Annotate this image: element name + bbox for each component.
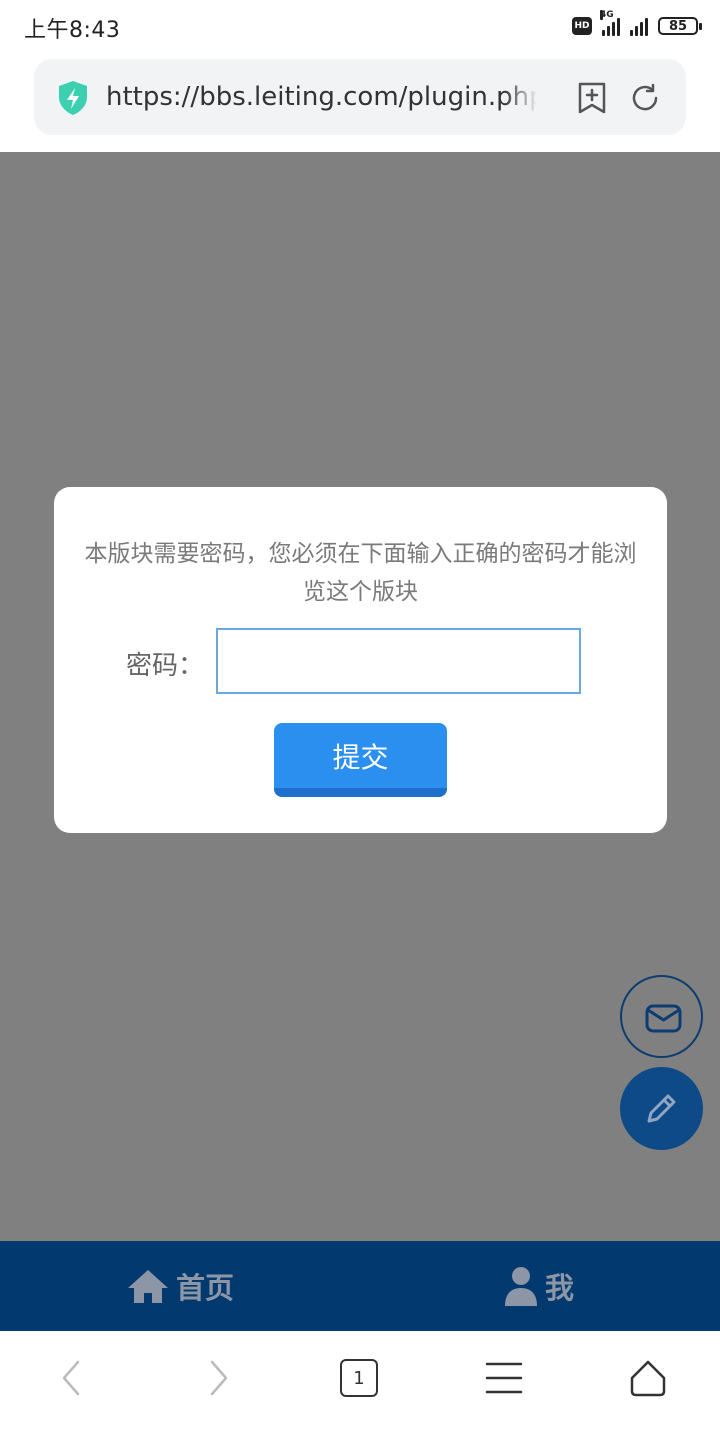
url-fade <box>504 77 538 117</box>
menu-icon[interactable] <box>484 1358 524 1398</box>
message-fab-button[interactable] <box>620 975 703 1058</box>
status-icons: HD 4G 85 <box>572 10 702 40</box>
home-icon <box>128 1270 168 1303</box>
reload-icon[interactable] <box>628 81 662 115</box>
signal-icon <box>630 16 648 36</box>
nav-home-label: 首页 <box>176 1271 235 1305</box>
forward-icon[interactable] <box>198 1358 238 1398</box>
envelope-icon <box>645 1004 682 1033</box>
hd-icon: HD <box>572 17 592 35</box>
compose-fab-button[interactable] <box>620 1067 703 1150</box>
status-time: 上午8:43 <box>24 18 121 43</box>
network-type-label: 4G <box>600 10 614 20</box>
browser-toolbar: 1 <box>0 1331 720 1440</box>
shield-bolt-icon <box>59 81 87 115</box>
add-bookmark-icon[interactable] <box>576 81 608 115</box>
battery-icon: 85 <box>658 17 702 35</box>
dialog-message: 本版块需要密码，您必须在下面输入正确的密码才能浏览这个版块 <box>84 541 637 605</box>
pencil-icon <box>647 1094 676 1123</box>
password-dialog: 本版块需要密码，您必须在下面输入正确的密码才能浏览这个版块 密码： 提交 <box>54 487 667 833</box>
user-icon <box>505 1267 537 1306</box>
url-bar[interactable]: https://bbs.leiting.com/plugin.php <box>34 59 686 135</box>
submit-button[interactable]: 提交 <box>274 723 447 797</box>
nav-me-label: 我 <box>545 1271 575 1305</box>
password-input[interactable] <box>216 628 581 694</box>
back-icon[interactable] <box>52 1358 92 1398</box>
nav-item-home[interactable]: 首页 <box>126 1241 234 1331</box>
url-text[interactable]: https://bbs.leiting.com/plugin.php <box>106 79 536 115</box>
site-bottom-nav: 首页 我 <box>0 1241 720 1331</box>
browser-screen: 上午8:43 HD 4G 85 https://bbs.leiting.com/… <box>0 0 720 1440</box>
tabs-button[interactable]: 1 <box>340 1359 378 1397</box>
browser-home-icon[interactable] <box>628 1358 668 1398</box>
status-bar: 上午8:43 HD 4G 85 <box>0 0 720 52</box>
signal-4g-icon: 4G <box>600 10 620 36</box>
page-overlay: 本版块需要密码，您必须在下面输入正确的密码才能浏览这个版块 密码： 提交 <box>0 152 720 1241</box>
nav-item-me[interactable]: 我 <box>503 1241 574 1331</box>
browser-address-area: https://bbs.leiting.com/plugin.php <box>0 52 720 152</box>
password-label: 密码： <box>126 651 205 681</box>
